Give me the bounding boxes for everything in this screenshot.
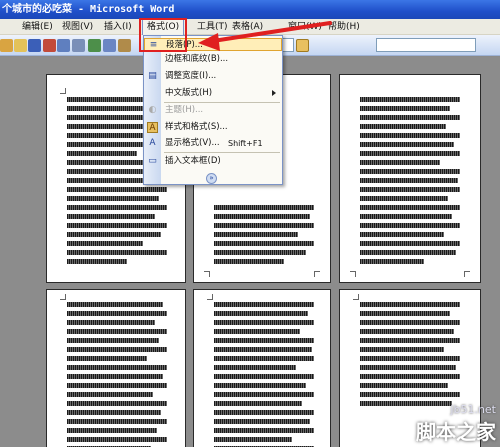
highlight-box [139,18,187,52]
zoom-dropdown[interactable] [282,38,294,52]
menu-table[interactable]: 表格(A) [232,21,263,33]
textbox-icon: ▭ [148,156,157,166]
menu-help[interactable]: 帮助(H) [328,21,360,33]
window-title: 个城市的必吃菜 - Microsoft Word [2,4,175,15]
expand-menu-icon[interactable]: » [206,173,217,184]
watermark: jb51.net 脚本之家 [416,403,496,445]
menu-item-reveal-formatting[interactable]: A 显示格式(V)... Shift+F1 [144,137,282,150]
style-box[interactable] [376,38,476,52]
page-corner-mark [464,271,470,277]
open-folder-icon[interactable] [14,39,27,52]
window-title-bar: 个城市的必吃菜 - Microsoft Word [0,0,500,19]
print-preview-icon[interactable] [72,39,85,52]
theme-icon: ◐ [148,105,157,115]
menu-tools[interactable]: 工具(T) [197,21,228,33]
document-page [193,289,331,447]
page-corner-mark [350,271,356,277]
menu-separator [164,152,280,153]
watermark-url: jb51.net [450,403,496,416]
page-corner-mark [60,88,66,94]
read-mode-icon[interactable] [296,39,309,52]
menu-view[interactable]: 视图(V) [62,21,93,33]
submenu-arrow-icon [272,90,276,96]
watermark-name: 脚本之家 [416,420,496,444]
reveal-format-icon: A [149,138,156,148]
menu-window[interactable]: 窗口(W) [288,21,322,33]
page-corner-mark [353,294,359,300]
permission-icon[interactable] [43,39,56,52]
menu-item-chinese-layout[interactable]: 中文版式(H) [144,87,282,100]
spelling-icon[interactable] [88,39,101,52]
styles-icon: A [147,122,158,133]
format-menu-dropdown: ≡ 段落(P)... 边框和底纹(B)... ▤ 调整宽度(I)... 中文版式… [143,35,283,185]
menu-item-insert-textbox[interactable]: ▭ 插入文本框(D) [144,155,282,168]
menu-insert[interactable]: 插入(I) [104,21,132,33]
fit-width-icon: ▤ [148,71,157,81]
document-page [46,289,186,447]
cut-icon[interactable] [118,39,131,52]
save-icon[interactable] [28,39,41,52]
menu-edit[interactable]: 编辑(E) [22,21,53,33]
document-page [339,74,481,283]
page-corner-mark [204,271,210,277]
new-doc-icon[interactable] [0,39,13,52]
page-corner-mark [60,294,66,300]
menu-separator [164,102,280,103]
menu-item-borders-shading[interactable]: 边框和底纹(B)... [144,53,282,66]
menu-item-theme: ◐ 主题(H)... [148,105,204,115]
page-corner-mark [207,294,213,300]
print-icon[interactable] [57,39,70,52]
shortcut-label: Shift+F1 [228,139,263,148]
research-icon[interactable] [103,39,116,52]
menu-item-styles-formatting[interactable]: A 样式和格式(S)... [144,121,282,134]
menu-item-fit-width[interactable]: ▤ 调整宽度(I)... [144,70,282,83]
page-corner-mark [314,271,320,277]
menu-bar: 编辑(E) 视图(V) 插入(I) 格式(O) 工具(T) 表格(A) 窗口(W… [0,19,500,35]
